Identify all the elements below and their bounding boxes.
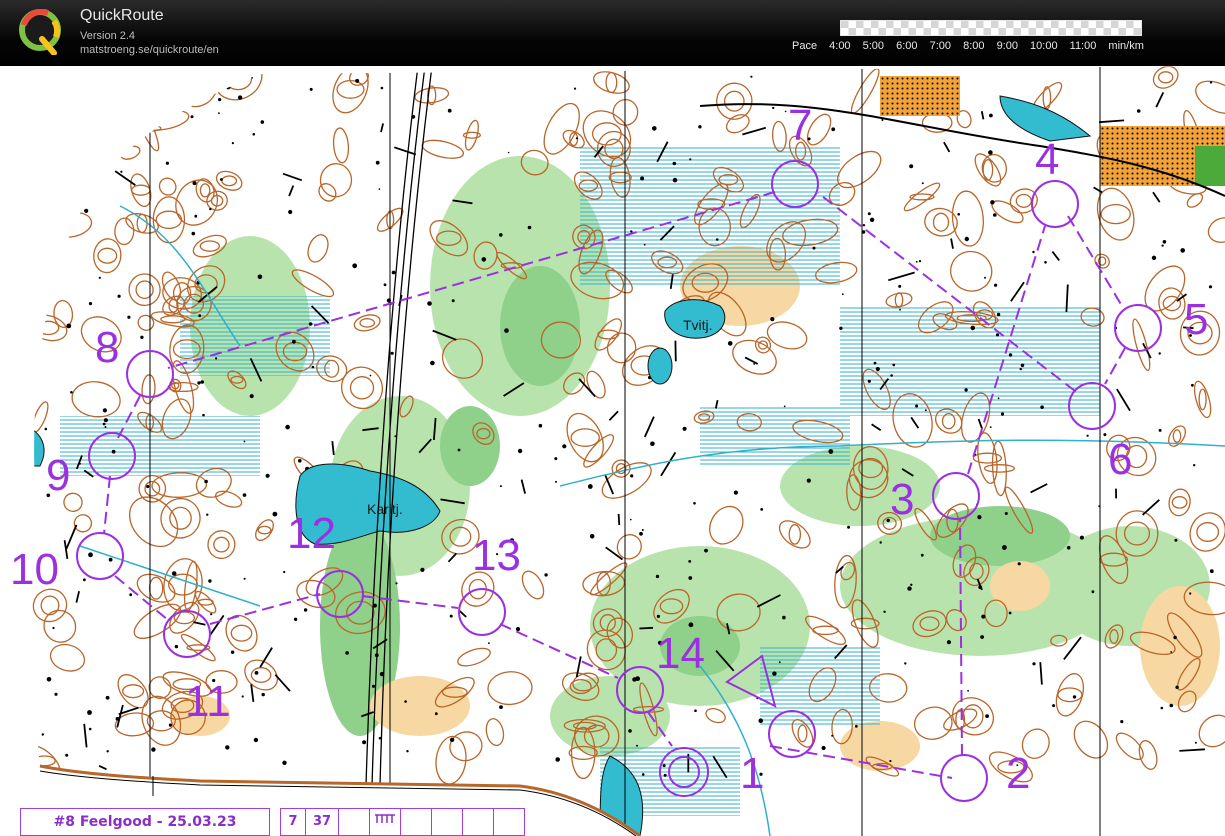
info-cell-code: 37: [306, 808, 339, 836]
lake-label-tvitj: Tvitj.: [683, 317, 713, 333]
info-cell: [432, 808, 463, 836]
info-cell: [463, 808, 494, 836]
pace-tick: 4:00: [829, 40, 851, 52]
control-number: 12: [287, 509, 336, 558]
control-number: 6: [1108, 435, 1132, 484]
control-number: 14: [656, 629, 705, 678]
control-number: 7: [788, 101, 812, 150]
control-number: 8: [95, 323, 119, 372]
pace-unit: min/km: [1108, 40, 1144, 52]
pace-label: Pace: [792, 40, 818, 52]
control-number: 3: [890, 475, 914, 524]
orienteering-map[interactable]: Tvitj. Karitj. 1 2 3 4 5 6 7 8 9 10 11 1…: [0, 66, 1225, 836]
pace-tick: 5:00: [862, 40, 885, 52]
control-number: 13: [472, 531, 521, 580]
event-title: #8 Feelgood - 25.03.23: [20, 808, 270, 836]
pace-tick: 10:00: [1030, 40, 1058, 52]
control-number: 11: [185, 677, 231, 726]
pace-tick: 6:00: [896, 40, 918, 52]
info-cell: [339, 808, 370, 836]
app-title: QuickRoute: [80, 7, 164, 24]
info-cell: [401, 808, 432, 836]
control-number: 4: [1035, 135, 1059, 184]
control-number: 2: [1006, 749, 1030, 798]
info-cell-control-count: 7: [280, 808, 306, 836]
control-number: 9: [46, 451, 70, 500]
pace-tick: 11:00: [1069, 40, 1097, 52]
app-header: QuickRoute Version 2.4 matstroeng.se/qui…: [0, 0, 1225, 66]
pace-tick: 9:00: [996, 40, 1018, 52]
lake-label-karitj: Karitj.: [367, 501, 403, 517]
control-number: 5: [1184, 295, 1208, 344]
pace-tick: 7:00: [929, 40, 952, 52]
app-url-link[interactable]: matstroeng.se/quickroute/en: [80, 44, 219, 56]
quickroute-logo-icon: [19, 9, 61, 55]
control-number: 1: [740, 749, 764, 798]
fence-icon: [375, 814, 395, 823]
pace-tick: 8:00: [963, 40, 985, 52]
control-number: 10: [10, 545, 59, 594]
info-cell-symbol: [370, 808, 401, 836]
pace-scale-labels: Pace 4:00 5:00 6:00 7:00 8:00 9:00 10:00…: [792, 40, 1153, 52]
app-version: Version 2.4: [80, 30, 136, 42]
pace-color-scale: [840, 20, 1142, 36]
course-info-bar: #8 Feelgood - 25.03.23 7 37: [20, 808, 525, 836]
info-cell: [494, 808, 525, 836]
